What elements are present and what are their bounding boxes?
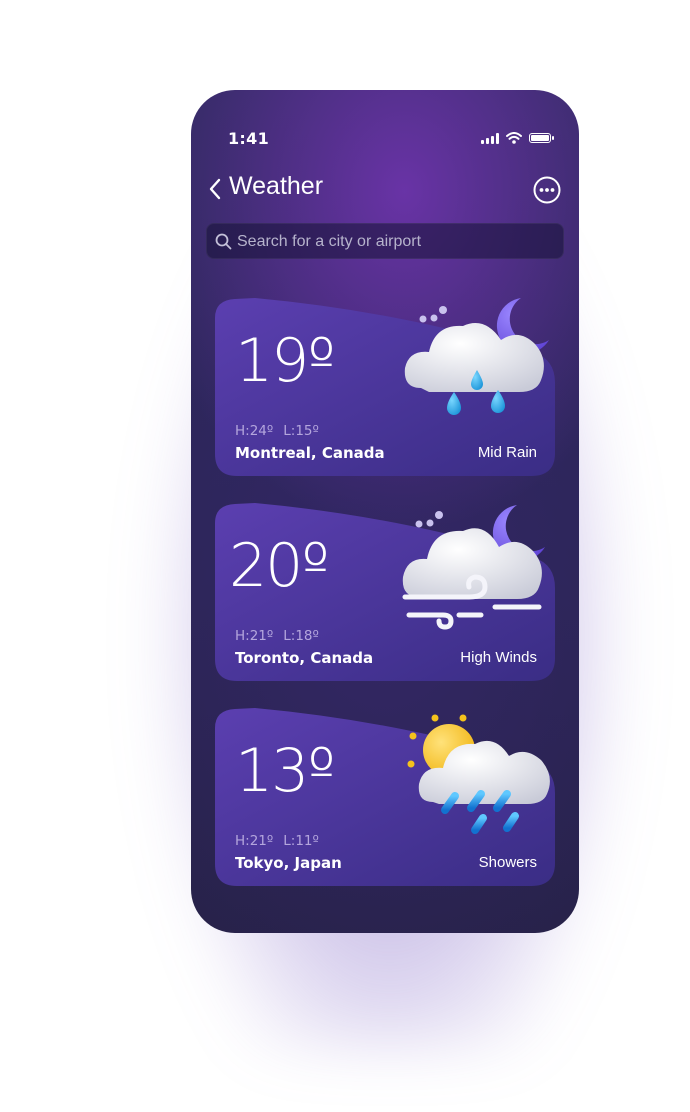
temperature: 20º [229, 531, 330, 601]
temperature: 19º [235, 326, 336, 396]
low-temp: L:11º [283, 833, 319, 849]
high-temp: H:21º [235, 628, 274, 644]
city-card-toronto[interactable]: 20º H:21º L:18º Toronto, Canada High Win… [215, 503, 555, 681]
phone-screen: 1:41 Weather Search for a city or airpor… [191, 90, 579, 933]
moon-cloud-rain-icon [404, 298, 549, 415]
temperature: 13º [235, 736, 336, 806]
wifi-icon [506, 132, 522, 144]
search-bar[interactable] [206, 223, 564, 260]
condition: Mid Rain [477, 444, 537, 461]
city-name: Tokyo, Japan [235, 854, 342, 872]
high-low: H:21º L:11º [235, 833, 319, 849]
ellipsis-circle-icon [533, 176, 561, 204]
battery-icon [529, 133, 554, 143]
status-icons [481, 132, 554, 144]
cellular-signal-icon [481, 132, 499, 144]
more-options-button[interactable] [533, 176, 561, 204]
city-name: Montreal, Canada [235, 444, 385, 462]
search-icon [215, 233, 232, 250]
condition: Showers [478, 854, 537, 871]
city-name: Toronto, Canada [235, 649, 374, 667]
search-input[interactable] [235, 224, 559, 260]
moon-cloud-wind-icon [402, 505, 545, 630]
high-temp: H:21º [235, 833, 274, 849]
low-temp: L:15º [283, 423, 319, 439]
status-bar: 1:41 [191, 90, 579, 150]
city-card-montreal[interactable]: 19º H:24º L:15º Montreal, Canada Mid Rai… [215, 298, 555, 476]
high-temp: H:24º [235, 423, 274, 439]
low-temp: L:18º [283, 628, 319, 644]
city-card-tokyo[interactable]: 13º H:21º L:11º Tokyo, Japan Showers [215, 708, 555, 886]
high-low: H:24º L:15º [235, 423, 319, 439]
page-title: Weather [229, 172, 324, 200]
status-time: 1:41 [228, 129, 269, 148]
chevron-left-icon [209, 178, 221, 200]
condition: High Winds [460, 649, 537, 666]
sun-cloud-showers-icon [407, 714, 550, 834]
back-button[interactable] [205, 176, 225, 202]
high-low: H:21º L:18º [235, 628, 319, 644]
